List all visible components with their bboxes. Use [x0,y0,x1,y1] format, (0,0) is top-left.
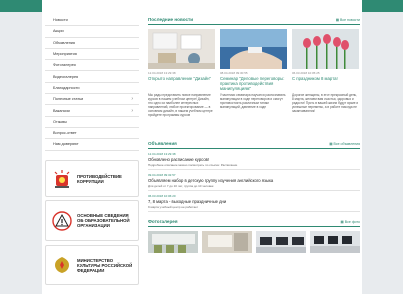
news-image-design[interactable] [148,29,215,69]
announcement-text: Для детей от 7 до 10 лет, группа до 10 ч… [148,184,215,188]
gallery-photo[interactable] [310,231,360,253]
banner-ministry-label: МИНИСТЕРСТВО КУЛЬТУРЫ РОССИЙСКОЙ ФЕДЕРАЦ… [77,257,133,273]
sidebar-item-vacancies[interactable]: Вакансии › [45,105,139,117]
announcements-section-header: Объявления ▦ Все объявления [148,139,360,149]
gallery-photo[interactable] [148,231,198,253]
sidebar-item-faq[interactable]: Вопрос-ответ [45,128,139,140]
banner-org-info-label: ОСНОВНЫЕ СВЕДЕНИЯ ОБ ОБРАЗОВАТЕЛЬНОЙ ОРГ… [77,213,130,228]
banner-anticorruption-label: ПРОТИВОДЕЙСТВИЕ КОРРУПЦИИ [77,173,122,184]
announcement-date: 06.03.2018 10:06:20 [148,194,176,198]
chevron-right-icon: › [131,107,133,114]
news-list: 12.04.2018 13:29:38 Открыто направление … [148,29,360,137]
news-title[interactable]: Открыто направление "Дизайн" [148,76,215,91]
sidebar-item-video-gallery[interactable]: Видеогалерея [45,71,139,83]
banner-org-info[interactable]: ОСНОВНЫЕ СВЕДЕНИЯ ОБ ОБРАЗОВАТЕЛЬНОЙ ОРГ… [45,200,139,241]
sidebar-item-events[interactable]: Мероприятия [45,49,139,61]
announcement-text: 9 марта учебный центр не работает [148,205,199,209]
photo-gallery [148,231,360,253]
all-photos-link[interactable]: ▦ Все фото [340,220,360,224]
sidebar-item-photo-gallery[interactable]: Фотогалерея [45,60,139,72]
news-excerpt: Участники семинара научатся распознавать… [220,93,286,109]
announcement-title[interactable]: Объявляем набор в детскую группу изучени… [148,178,360,183]
sidebar-item-news[interactable]: Новости [45,15,139,27]
chevron-right-icon: › [131,96,133,103]
gallery-section-title: Фотогалерея [148,219,178,224]
warning-icon [52,210,72,231]
news-image-seminar[interactable] [220,29,287,69]
sidebar-item-articles[interactable]: Полезные статьи › [45,94,139,106]
banner-ministry-culture[interactable]: МИНИСТЕРСТВО КУЛЬТУРЫ РОССИЙСКОЙ ФЕДЕРАЦ… [45,245,139,285]
news-date: 12.04.2018 13:29:38 [148,71,176,75]
main-content: Последние новости ▦ Все новости 12.04.20… [148,15,360,253]
news-card[interactable]: 06.03.2018 10:05:25 С праздником 8 марта… [292,29,359,137]
gallery-photo[interactable] [202,231,252,253]
news-date: 08.04.2018 09:30:55 [220,71,248,75]
announcement-text: Подробное описание можно посмотреть по с… [148,163,238,167]
banner-anticorruption[interactable]: ПРОТИВОДЕЙСТВИЕ КОРРУПЦИИ [45,160,139,197]
announcement-title[interactable]: 7, 8 марта - выходные праздничные дни [148,199,360,204]
announcement-item[interactable]: 06.03.2018 10:06:20 7, 8 марта - выходны… [148,194,360,212]
news-title[interactable]: С праздником 8 марта! [292,76,359,91]
news-excerpt: Мы рады представить новое направление ку… [148,93,213,117]
gallery-section-header: Фотогалерея ▦ Все фото [148,217,360,227]
coat-of-arms-icon [55,257,69,273]
announcement-date: 12.04.2018 13:29:38 [148,152,176,156]
announcement-item[interactable]: 12.04.2018 13:29:38 Обновлено расписание… [148,152,360,170]
announcement-item[interactable]: 09.04.2018 09:32:57 Объявляем набор в де… [148,173,360,191]
news-excerpt: Дорогие женщины, в этот прекрасный день,… [292,93,359,113]
news-date: 06.03.2018 10:05:25 [292,71,320,75]
news-image-tulips[interactable] [292,29,359,69]
sidebar-item-reviews[interactable]: Отзывы [45,117,139,128]
news-card[interactable]: 12.04.2018 13:29:38 Открыто направление … [148,29,215,137]
announcement-title[interactable]: Обновлено расписание курсов! [148,157,360,162]
sidebar-item-trust[interactable]: Нам доверяют [45,139,139,151]
all-news-link[interactable]: ▦ Все новости [336,18,360,22]
all-announcements-link[interactable]: ▦ Все объявления [329,142,360,146]
announcement-date: 09.04.2018 09:32:57 [148,173,176,177]
announcements-section-title: Объявления [148,141,177,146]
news-section-title: Последние новости [148,17,194,22]
sidebar-menu: Новости Акции Объявления Мероприятия Фот… [45,15,139,151]
sidebar-item-announcements[interactable]: Объявления [45,38,139,49]
sidebar-item-promotions[interactable]: Акции [45,26,139,38]
news-card[interactable]: 08.04.2018 09:30:55 Семинар "Деловые пер… [220,29,287,137]
news-section-header: Последние новости ▦ Все новости [148,15,360,25]
gallery-photo[interactable] [256,231,306,253]
news-title[interactable]: Семинар "Деловые переговоры: практика пр… [220,76,287,91]
sidebar-item-thanks[interactable]: Благодарности [45,83,139,95]
alarm-icon [54,169,70,188]
